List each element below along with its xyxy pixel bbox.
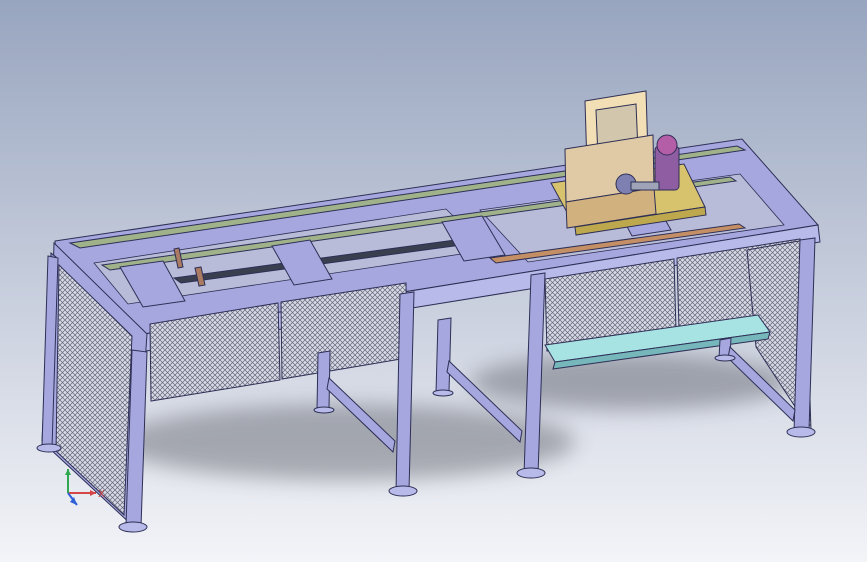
spindle-shaft (630, 181, 660, 191)
leg-back-mid-2 (435, 317, 452, 394)
x-axis-label: X (98, 489, 105, 500)
cad-scene[interactable]: X (0, 0, 867, 562)
motor-cap-top (656, 134, 678, 156)
graphics-viewport[interactable]: X (0, 0, 867, 562)
